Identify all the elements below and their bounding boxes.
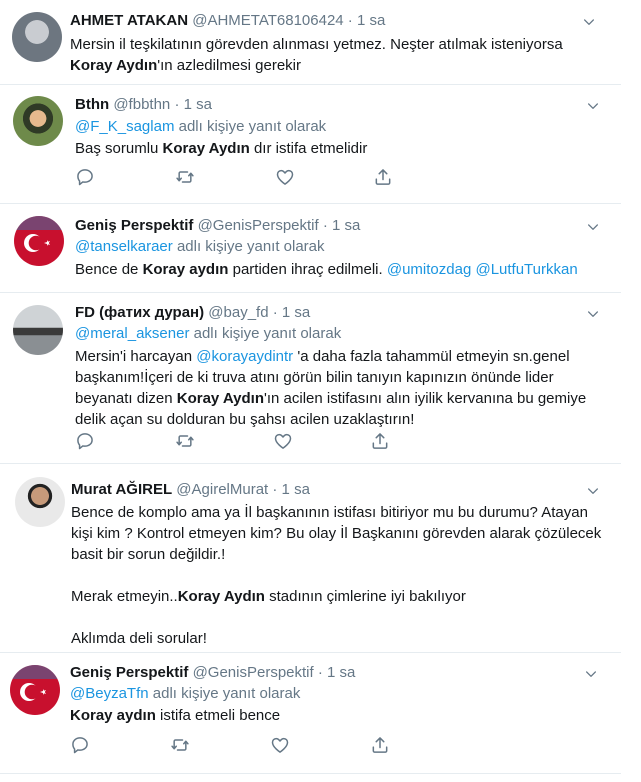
reply-context: @tanselkaraer adlı kişiye yanıt olarak [75, 238, 325, 255]
reply-context: @F_K_saglam adlı kişiye yanıt olarak [75, 118, 327, 135]
chevron-down-icon[interactable] [586, 220, 600, 234]
share-icon[interactable] [370, 431, 390, 451]
reply-icon[interactable] [75, 167, 95, 187]
retweet-icon[interactable] [175, 431, 195, 451]
tweet-4[interactable]: FD (фатих дуран) @bay_fd · 1 sa @meral_a… [0, 293, 641, 463]
timestamp[interactable]: · 1 sa [348, 12, 386, 29]
chevron-down-icon[interactable] [582, 15, 596, 29]
reply-mention[interactable]: @meral_aksener [75, 325, 189, 342]
author-name[interactable]: FD (фатих дуран) [75, 304, 204, 321]
author-name[interactable]: AHMET ATAKAN [70, 12, 188, 29]
tweet-6[interactable]: Geniş Perspektif @GenisPerspektif · 1 sa… [0, 653, 641, 773]
timestamp[interactable]: · 1 sa [174, 96, 212, 113]
tweet-text: Baş sorumlu Koray Aydın dır istifa etmel… [75, 140, 368, 157]
like-icon[interactable] [273, 431, 293, 451]
timestamp[interactable]: · 1 sa [323, 217, 361, 234]
reply-mention[interactable]: @tanselkaraer [75, 238, 173, 255]
timestamp[interactable]: · 1 sa [318, 664, 356, 681]
author-handle[interactable]: @fbbthn [113, 96, 170, 113]
tweet-actions [70, 735, 390, 755]
tweet-text: Bence de Koray aydın partiden ihraç edil… [75, 261, 578, 278]
tweet-actions [75, 431, 395, 451]
mention-link[interactable]: @LutfuTurkkan [475, 261, 577, 278]
avatar[interactable] [13, 305, 63, 355]
author-name[interactable]: Geniş Perspektif [70, 664, 188, 681]
avatar[interactable] [10, 665, 60, 715]
tweet-text: Mersin'i harcayan @korayaydintr 'a daha … [75, 348, 587, 428]
reply-mention[interactable]: @BeyzaTfn [70, 685, 149, 702]
tweet-1[interactable]: AHMET ATAKAN @AHMETAT68106424 · 1 sa Mer… [0, 0, 641, 82]
author-handle[interactable]: @GenisPerspektif [193, 664, 314, 681]
separator [0, 773, 621, 774]
avatar[interactable] [14, 216, 64, 266]
reply-mention[interactable]: @F_K_saglam [75, 118, 174, 135]
author-handle[interactable]: @AHMETAT68106424 [192, 12, 343, 29]
reply-context: @meral_aksener adlı kişiye yanıt olarak [75, 325, 342, 342]
timestamp[interactable]: · 1 sa [273, 304, 311, 321]
share-icon[interactable] [370, 735, 390, 755]
reply-context: @BeyzaTfn adlı kişiye yanıt olarak [70, 685, 301, 702]
retweet-icon[interactable] [170, 735, 190, 755]
retweet-icon[interactable] [175, 167, 195, 187]
tweet-actions [75, 167, 395, 187]
avatar[interactable] [15, 477, 65, 527]
chevron-down-icon[interactable] [586, 484, 600, 498]
author-name[interactable]: Geniş Perspektif [75, 217, 193, 234]
author-handle[interactable]: @GenisPerspektif [198, 217, 319, 234]
tweet-3[interactable]: Geniş Perspektif @GenisPerspektif · 1 sa… [0, 204, 641, 292]
tweet-5[interactable]: Murat AĞIREL @AgirelMurat · 1 sa Bence d… [0, 464, 641, 652]
like-icon[interactable] [270, 735, 290, 755]
chevron-down-icon[interactable] [586, 99, 600, 113]
timestamp[interactable]: · 1 sa [272, 481, 310, 498]
author-name[interactable]: Bthn [75, 96, 109, 113]
share-icon[interactable] [373, 167, 393, 187]
author-handle[interactable]: @AgirelMurat [176, 481, 268, 498]
tweet-2[interactable]: Bthn @fbbthn · 1 sa @F_K_saglam adlı kiş… [0, 85, 641, 203]
tweet-text: Mersin il teşkilatının görevden alınması… [70, 36, 563, 74]
tweet-text: Koray aydın istifa etmeli bence [70, 707, 281, 724]
avatar[interactable] [13, 96, 63, 146]
author-name[interactable]: Murat AĞIREL [71, 481, 172, 498]
reply-icon[interactable] [70, 735, 90, 755]
mention-link[interactable]: @korayaydintr [196, 348, 293, 365]
reply-icon[interactable] [75, 431, 95, 451]
avatar[interactable] [12, 12, 62, 62]
mention-link[interactable]: @umitozdag [387, 261, 471, 278]
tweet-text: Bence de komplo ama ya İl başkanının ist… [71, 504, 602, 647]
author-handle[interactable]: @bay_fd [208, 304, 268, 321]
like-icon[interactable] [275, 167, 295, 187]
chevron-down-icon[interactable] [584, 667, 598, 681]
chevron-down-icon[interactable] [586, 307, 600, 321]
